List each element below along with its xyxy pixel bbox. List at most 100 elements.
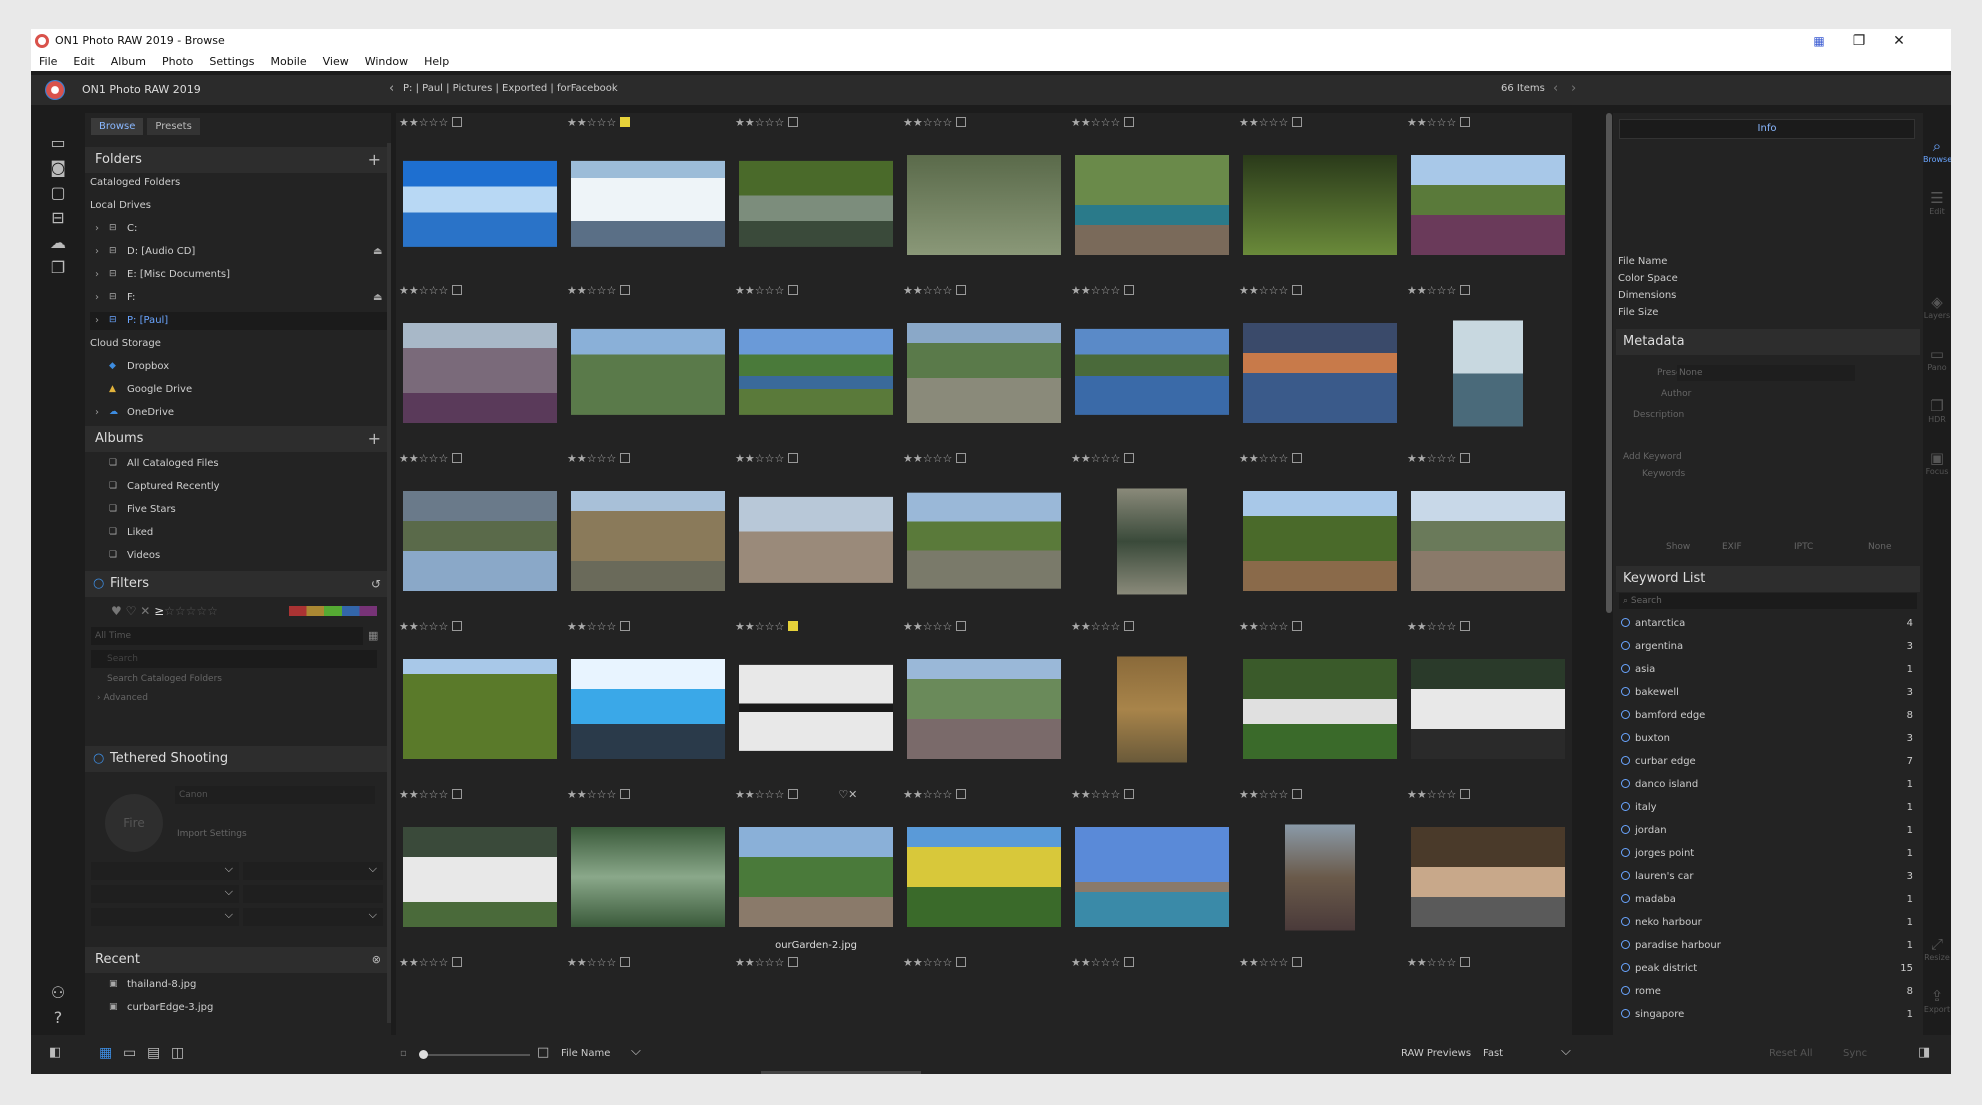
menu-window[interactable]: Window xyxy=(357,55,416,68)
color-label-filter[interactable] xyxy=(289,606,377,616)
search-scope[interactable]: Search Cataloged Folders xyxy=(107,670,222,688)
photo-cell[interactable]: ★★☆☆☆ ♡✕ ourGarden-2.jpg xyxy=(732,785,900,953)
keyword-item[interactable]: curbar edge 7 xyxy=(1621,753,1913,771)
filters-toggle-icon[interactable]: ○ xyxy=(93,571,104,597)
rating-stars[interactable]: ★★☆☆☆ xyxy=(1071,116,1120,129)
photo-thumbnail[interactable] xyxy=(739,160,893,247)
photo-cell[interactable]: ★★☆☆☆ xyxy=(1404,953,1572,1039)
rating-stars[interactable]: ★★☆☆☆ xyxy=(1407,788,1456,801)
photo-cell[interactable]: ★★☆☆☆ xyxy=(732,449,900,617)
star-rating[interactable]: ★★☆☆☆ xyxy=(1071,452,1135,465)
keyword-checkbox-icon[interactable] xyxy=(1621,756,1630,765)
photo-thumbnail[interactable] xyxy=(1243,323,1397,423)
clear-recent-icon[interactable]: ⊗ xyxy=(372,947,381,973)
photo-thumbnail[interactable] xyxy=(571,328,725,415)
pano-module[interactable]: ▭ Pano xyxy=(1923,345,1951,372)
photo-cell[interactable]: ★★☆☆☆ xyxy=(1404,113,1572,281)
color-label-checkbox[interactable] xyxy=(1292,117,1303,127)
chevron-down-icon[interactable]: ⌵ xyxy=(1561,1044,1571,1059)
grid-view-icon[interactable]: ▦ xyxy=(99,1045,112,1061)
compare-view-icon[interactable]: ◫ xyxy=(171,1045,184,1061)
star-rating[interactable]: ★★☆☆☆ xyxy=(1407,116,1471,129)
close-button[interactable]: ✕ xyxy=(1879,29,1919,52)
photo-cell[interactable]: ★★☆☆☆ xyxy=(732,281,900,449)
keyword-item[interactable]: peak district 15 xyxy=(1621,960,1913,978)
cloud-google-drive[interactable]: ▲ Google Drive xyxy=(109,381,192,399)
keyword-checkbox-icon[interactable] xyxy=(1621,1009,1630,1018)
folders-header[interactable]: Folders + xyxy=(85,147,391,173)
color-label-checkbox[interactable] xyxy=(1292,789,1303,799)
like-reject-icon[interactable]: ♡✕ xyxy=(838,788,857,801)
expand-icon[interactable]: › xyxy=(95,220,105,238)
photo-cell[interactable]: ★★☆☆☆ xyxy=(564,449,732,617)
drive-d[interactable]: › ⊟ D: [Audio CD] ⏏ xyxy=(95,243,382,261)
help-icon[interactable]: ? xyxy=(46,1009,70,1027)
recent-item[interactable]: ▣ thailand-8.jpg xyxy=(109,976,196,994)
star-rating[interactable]: ★★☆☆☆ xyxy=(1407,788,1471,801)
album-all-cataloged[interactable]: ❏ All Cataloged Files xyxy=(109,455,219,473)
expand-icon[interactable]: › xyxy=(95,243,105,261)
photo-thumbnail[interactable] xyxy=(907,323,1061,423)
expand-icon[interactable]: › xyxy=(95,289,105,307)
color-label-checkbox[interactable] xyxy=(788,117,799,127)
menu-edit[interactable]: Edit xyxy=(65,55,102,68)
detail-view-icon[interactable]: ▭ xyxy=(123,1045,136,1061)
tether-dropdown-3[interactable]: ⌵ xyxy=(91,885,239,903)
color-label-checkbox[interactable] xyxy=(1124,621,1135,631)
cloud-dropbox[interactable]: ◆ Dropbox xyxy=(109,358,169,376)
breadcrumb[interactable]: P: | Paul | Pictures | Exported | forFac… xyxy=(403,83,618,94)
keyword-item[interactable]: lauren's car 3 xyxy=(1621,868,1913,886)
rating-stars[interactable]: ★★☆☆☆ xyxy=(1071,284,1120,297)
drive-f[interactable]: › ⊟ F: ⏏ xyxy=(95,289,382,307)
color-label-checkbox[interactable] xyxy=(1460,957,1471,967)
color-label-checkbox[interactable] xyxy=(956,957,967,967)
keyword-checkbox-icon[interactable] xyxy=(1621,779,1630,788)
recent-item[interactable]: ▣ curbarEdge-3.jpg xyxy=(109,999,213,1017)
star-rating[interactable]: ★★☆☆☆ xyxy=(567,116,631,129)
photo-caption[interactable]: ourGarden-2.jpg xyxy=(732,940,900,951)
photo-cell[interactable]: ★★☆☆☆ xyxy=(396,449,564,617)
photo-cell[interactable]: ★★☆☆☆ xyxy=(1404,785,1572,953)
star-rating[interactable]: ★★☆☆☆ ♡✕ xyxy=(735,788,857,801)
photo-cell[interactable]: ★★☆☆☆ xyxy=(564,785,732,953)
back-arrow-icon[interactable]: ‹ xyxy=(389,81,394,96)
color-label-checkbox[interactable] xyxy=(1124,957,1135,967)
star-rating[interactable]: ★★☆☆☆ xyxy=(1407,620,1471,633)
sync-button[interactable]: Sync xyxy=(1843,1048,1867,1059)
photo-thumbnail[interactable] xyxy=(1117,656,1187,763)
menu-mobile[interactable]: Mobile xyxy=(263,55,315,68)
star-rating[interactable]: ★★☆☆☆ xyxy=(1407,452,1471,465)
tether-dropdown-2[interactable]: ⌵ xyxy=(243,862,383,880)
color-label-checkbox[interactable] xyxy=(1460,789,1471,799)
photo-cell[interactable]: ★★☆☆☆ xyxy=(396,953,564,1039)
fire-button[interactable]: Fire xyxy=(105,794,163,852)
display-icon[interactable]: ▦ xyxy=(1799,29,1839,52)
rating-stars[interactable]: ★★☆☆☆ xyxy=(567,284,616,297)
color-label-checkbox[interactable] xyxy=(620,117,631,127)
menu-view[interactable]: View xyxy=(315,55,357,68)
rating-stars[interactable]: ★★☆☆☆ xyxy=(735,116,784,129)
rating-stars[interactable]: ★★☆☆☆ xyxy=(399,116,448,129)
star-filter-icon[interactable]: ☆☆☆☆☆ xyxy=(164,604,218,618)
star-rating[interactable]: ★★☆☆☆ xyxy=(735,116,799,129)
keywords-field[interactable]: Keywords xyxy=(1642,469,1685,479)
keyword-checkbox-icon[interactable] xyxy=(1621,687,1630,696)
keyword-item[interactable]: madaba 1 xyxy=(1621,891,1913,909)
photo-thumbnail[interactable] xyxy=(1411,827,1565,927)
keyword-checkbox-icon[interactable] xyxy=(1621,963,1630,972)
tab-presets[interactable]: Presets xyxy=(147,118,200,135)
rating-stars[interactable]: ★★☆☆☆ xyxy=(1407,956,1456,969)
exif-tab[interactable]: EXIF xyxy=(1722,542,1742,552)
prev-arrow-icon[interactable]: ‹ xyxy=(1553,81,1558,96)
rating-stars[interactable]: ★★☆☆☆ xyxy=(1407,620,1456,633)
expand-icon[interactable]: › xyxy=(95,404,105,422)
rating-stars[interactable]: ★★☆☆☆ xyxy=(735,788,784,801)
keyword-checkbox-icon[interactable] xyxy=(1621,825,1630,834)
drive-icon[interactable]: ⊟ xyxy=(46,209,70,227)
folder-icon[interactable]: ▢ xyxy=(46,184,70,202)
photo-cell[interactable]: ★★☆☆☆ xyxy=(1068,113,1236,281)
menu-help[interactable]: Help xyxy=(416,55,457,68)
color-label-checkbox[interactable] xyxy=(788,957,799,967)
photo-cell[interactable]: ★★☆☆☆ xyxy=(1236,281,1404,449)
star-rating[interactable]: ★★☆☆☆ xyxy=(1071,284,1135,297)
